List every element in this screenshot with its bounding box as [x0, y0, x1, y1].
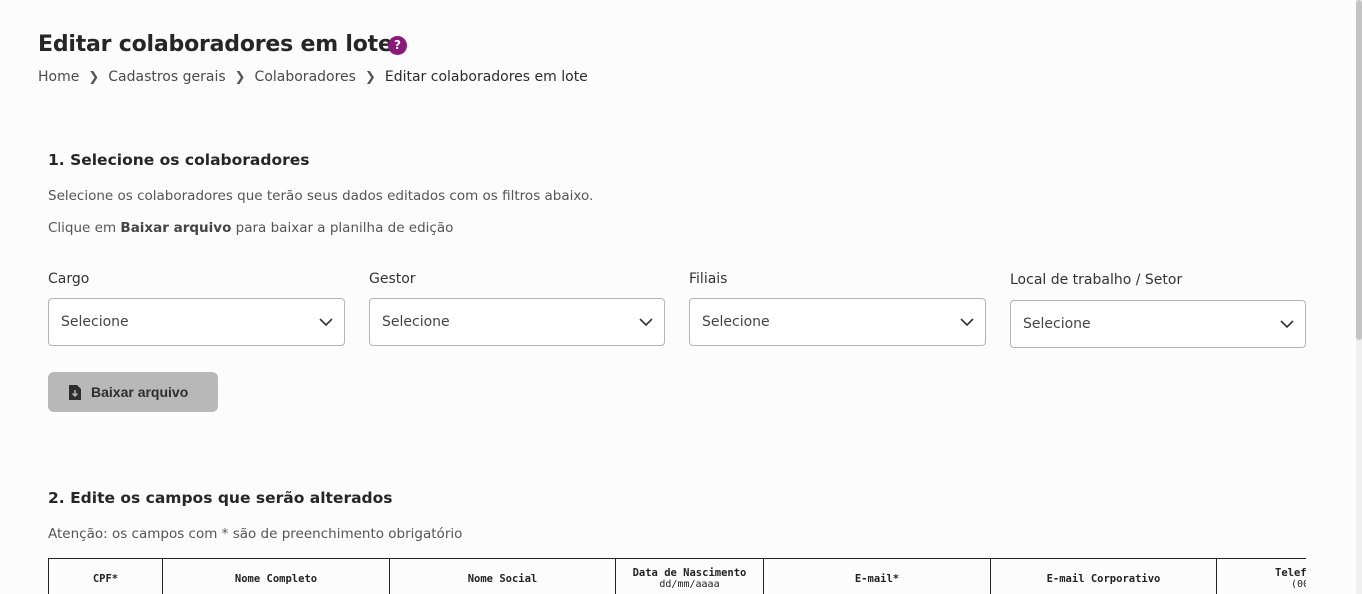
chevron-down-icon — [960, 318, 974, 327]
hint-bold: Baixar arquivo — [120, 220, 232, 236]
column-header-nome-social: Nome Social — [390, 559, 616, 594]
breadcrumb: Home ❯ Cadastros gerais ❯ Colaboradores … — [38, 69, 588, 85]
cargo-select[interactable]: Selecione — [48, 298, 345, 346]
download-button-label: Baixar arquivo — [91, 384, 189, 400]
column-header-label: Telefone — [1275, 567, 1306, 579]
chevron-right-icon: ❯ — [88, 69, 100, 85]
column-header-label: Data de Nascimento — [632, 567, 747, 579]
chevron-right-icon: ❯ — [364, 69, 376, 85]
chevron-right-icon: ❯ — [234, 69, 246, 85]
filiais-select-value: Selecione — [702, 314, 770, 330]
hint-prefix: Clique em — [48, 220, 121, 236]
column-header-email: E-mail* — [764, 559, 991, 594]
filiais-select[interactable]: Selecione — [689, 298, 986, 346]
chevron-down-icon — [639, 318, 653, 327]
column-header-data-nascimento: Data de Nascimento dd/mm/aaaa — [616, 559, 764, 594]
file-download-icon — [69, 384, 81, 400]
gestor-select-value: Selecione — [382, 314, 450, 330]
column-header-format: dd/mm/aaaa — [659, 579, 720, 590]
help-icon[interactable]: ? — [388, 36, 407, 55]
scrollbar[interactable] — [1356, 0, 1362, 594]
breadcrumb-home[interactable]: Home — [38, 69, 79, 85]
column-header-format: (00) 00000-0000 — [1291, 579, 1306, 590]
column-header-nome-completo: Nome Completo — [163, 559, 390, 594]
gestor-label: Gestor — [369, 271, 416, 287]
section-1-hint: Clique em Baixar arquivo para baixar a p… — [48, 220, 453, 236]
column-header-label: E-mail* — [854, 573, 900, 585]
column-header-email-corporativo: E-mail Corporativo — [991, 559, 1217, 594]
local-trabalho-select[interactable]: Selecione — [1010, 300, 1306, 348]
page-title: Editar colaboradores em lote — [38, 32, 393, 57]
filiais-label: Filiais — [689, 271, 728, 287]
cargo-label: Cargo — [48, 271, 90, 287]
breadcrumb-colaboradores[interactable]: Colaboradores — [255, 69, 356, 85]
hint-suffix: para baixar a planilha de edição — [231, 220, 454, 236]
chevron-down-icon — [1280, 320, 1294, 329]
column-header-label: CPF* — [92, 573, 119, 585]
breadcrumb-current: Editar colaboradores em lote — [384, 69, 588, 85]
scrollbar-thumb[interactable] — [1356, 0, 1362, 340]
column-header-label: Nome Completo — [234, 573, 318, 585]
chevron-down-icon — [319, 318, 333, 327]
edit-table: CPF* Nome Completo Nome Social Data de N… — [48, 558, 1306, 594]
section-1-title: 1. Selecione os colaboradores — [48, 151, 310, 169]
local-trabalho-select-value: Selecione — [1023, 316, 1091, 332]
column-header-label: E-mail Corporativo — [1046, 573, 1161, 585]
section-2-title: 2. Edite os campos que serão alterados — [48, 489, 393, 507]
section-1-description: Selecione os colaboradores que terão seu… — [48, 188, 594, 204]
gestor-select[interactable]: Selecione — [369, 298, 665, 346]
section-2-note: Atenção: os campos com * são de preenchi… — [48, 526, 463, 542]
column-header-telefone: Telefone(00) 00000-0000 — [1217, 559, 1306, 594]
local-trabalho-label: Local de trabalho / Setor — [1010, 272, 1183, 288]
cargo-select-value: Selecione — [61, 314, 129, 330]
download-file-button[interactable]: Baixar arquivo — [48, 372, 218, 412]
column-header-label: Nome Social — [467, 573, 538, 585]
column-header-cpf: CPF* — [49, 559, 163, 594]
breadcrumb-cadastros-gerais[interactable]: Cadastros gerais — [108, 69, 225, 85]
